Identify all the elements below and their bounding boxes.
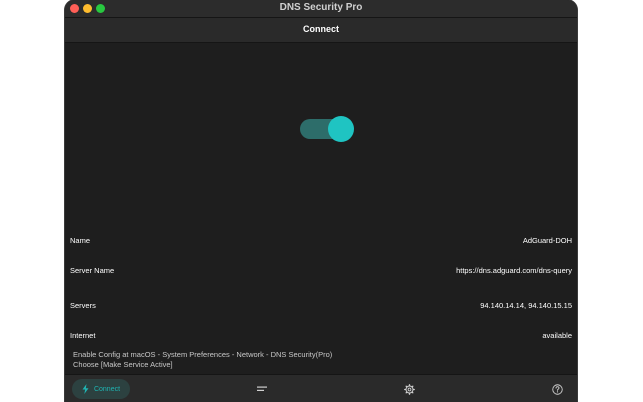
app-window: DNS Security Pro Connect Name AdGuard-DO… (65, 0, 577, 402)
title-bar: DNS Security Pro (65, 0, 577, 18)
instruction-line-1: Enable Config at macOS - System Preferen… (73, 350, 333, 359)
instruction-line-2: Choose [Make Service Active] (73, 360, 173, 369)
name-value: AdGuard-DOH (522, 236, 572, 245)
internet-value: available (542, 331, 572, 340)
connection-toggle[interactable] (300, 116, 354, 142)
server-name-label: Server Name (70, 266, 115, 275)
servers-value: 94.140.14.14, 94.140.15.15 (480, 301, 572, 310)
info-row-name: Name AdGuard-DOH (70, 234, 572, 248)
tab-connect[interactable]: Connect (72, 379, 130, 399)
info-row-internet: Internet available (70, 329, 572, 343)
servers-label: Servers (70, 301, 96, 310)
tab-bar: Connect (65, 374, 577, 402)
gear-icon (403, 383, 415, 395)
tab-settings[interactable] (402, 379, 416, 399)
info-row-servers: Servers 94.140.14.14, 94.140.15.15 (70, 299, 572, 313)
setup-instructions: Enable Config at macOS - System Preferen… (73, 350, 563, 370)
internet-label: Internet (70, 331, 96, 340)
question-icon (551, 383, 563, 395)
server-name-value: https://dns.adguard.com/dns-query (456, 266, 572, 275)
list-icon (257, 385, 267, 393)
tab-help[interactable] (550, 379, 564, 399)
bolt-icon (82, 384, 89, 394)
nav-bar: Connect (65, 18, 577, 43)
toggle-knob (328, 116, 354, 142)
tab-connect-label: Connect (93, 385, 121, 393)
name-label: Name (70, 236, 91, 245)
info-row-server-name: Server Name https://dns.adguard.com/dns-… (70, 264, 572, 278)
tab-server-list[interactable] (255, 379, 269, 399)
window-title: DNS Security Pro (279, 2, 363, 13)
page-title: Connect (303, 24, 339, 34)
